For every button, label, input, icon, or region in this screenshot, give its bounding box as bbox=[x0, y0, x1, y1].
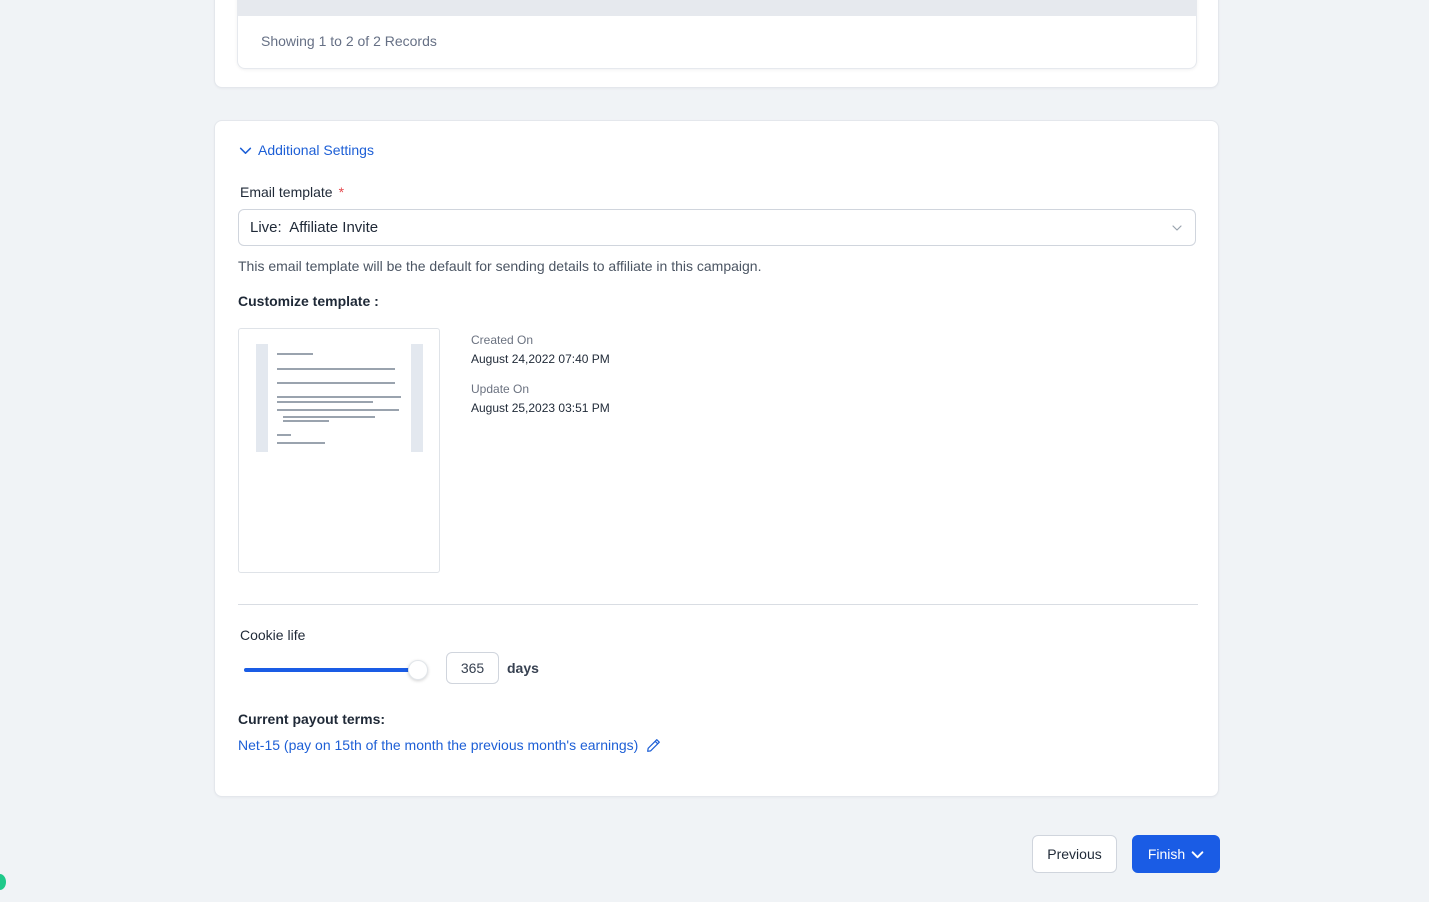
chevron-down-icon bbox=[1172, 225, 1182, 231]
status-indicator-dot[interactable] bbox=[0, 874, 6, 890]
payout-terms-label: Current payout terms: bbox=[238, 711, 386, 727]
updated-on-label: Update On bbox=[471, 382, 530, 396]
cookie-life-unit: days bbox=[507, 660, 539, 676]
chevron-down-icon bbox=[1191, 850, 1204, 858]
chevron-down-icon bbox=[239, 147, 252, 154]
finish-button-label: Finish bbox=[1147, 846, 1186, 862]
records-table: Showing 1 to 2 of 2 Records bbox=[237, 0, 1197, 69]
created-on-value: August 24,2022 07:40 PM bbox=[471, 352, 610, 366]
preview-line bbox=[277, 401, 373, 403]
preview-line bbox=[277, 368, 395, 370]
email-template-label-text: Email template bbox=[240, 184, 333, 200]
cookie-life-slider-track[interactable] bbox=[244, 668, 417, 672]
preview-line bbox=[283, 416, 375, 418]
finish-button[interactable]: Finish bbox=[1132, 835, 1220, 873]
required-mark: * bbox=[338, 184, 345, 200]
preview-rail-left bbox=[256, 344, 268, 452]
table-last-row bbox=[238, 0, 1196, 16]
cookie-life-slider-thumb[interactable] bbox=[408, 660, 428, 680]
additional-settings-card: Additional Settings Email template * Live… bbox=[214, 120, 1219, 797]
additional-settings-toggle[interactable]: Additional Settings bbox=[239, 142, 374, 158]
email-template-selected: Live: Affiliate Invite bbox=[250, 219, 379, 236]
preview-line bbox=[277, 353, 313, 355]
email-template-help: This email template will be the default … bbox=[238, 258, 762, 274]
preview-line bbox=[277, 409, 399, 411]
records-card: Showing 1 to 2 of 2 Records bbox=[214, 0, 1219, 88]
section-divider bbox=[238, 604, 1198, 605]
pencil-icon[interactable] bbox=[646, 738, 661, 753]
cookie-life-input[interactable]: 365 bbox=[446, 652, 499, 684]
email-template-select[interactable]: Live: Affiliate Invite bbox=[238, 209, 1196, 246]
additional-settings-label: Additional Settings bbox=[258, 142, 374, 158]
preview-line bbox=[277, 382, 395, 384]
preview-rail-right bbox=[411, 344, 423, 452]
previous-button[interactable]: Previous bbox=[1032, 835, 1117, 873]
template-preview-thumbnail[interactable] bbox=[238, 328, 440, 573]
customize-template-title: Customize template : bbox=[238, 293, 379, 309]
preview-line bbox=[283, 420, 329, 422]
updated-on-value: August 25,2023 03:51 PM bbox=[471, 401, 610, 415]
preview-line bbox=[277, 442, 325, 444]
payout-terms-value: Net-15 (pay on 15th of the month the pre… bbox=[238, 737, 639, 753]
preview-line bbox=[277, 396, 401, 398]
cookie-life-label: Cookie life bbox=[240, 627, 306, 643]
preview-line bbox=[277, 434, 291, 436]
records-summary: Showing 1 to 2 of 2 Records bbox=[261, 33, 437, 49]
email-template-label: Email template * bbox=[240, 184, 344, 200]
payout-terms-link[interactable]: Net-15 (pay on 15th of the month the pre… bbox=[238, 737, 661, 753]
created-on-label: Created On bbox=[471, 333, 534, 347]
